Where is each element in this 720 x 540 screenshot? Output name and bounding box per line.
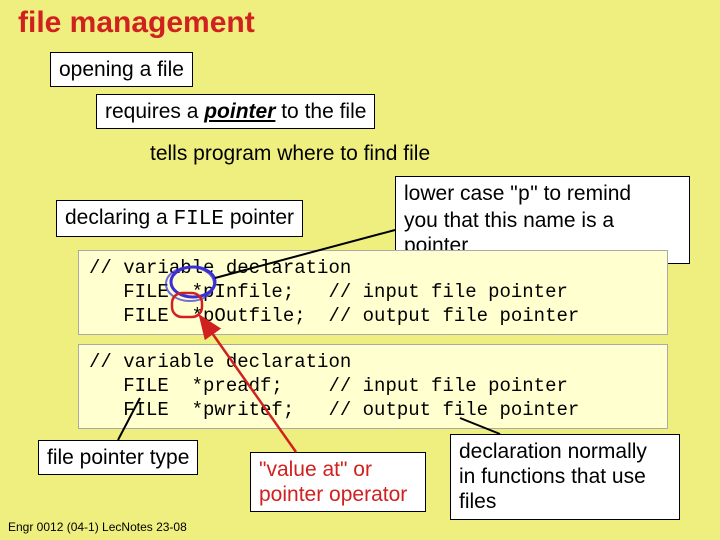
- footer-text: Engr 0012 (04-1) LecNotes 23-08: [8, 520, 187, 534]
- tip-line1-pre: lower case ": [404, 182, 518, 205]
- text-declaring-post: pointer: [224, 206, 294, 229]
- decl-l2: in functions that use: [459, 465, 646, 488]
- code2-l1: // variable declaration: [89, 351, 351, 373]
- tip-line2: you that this name is a: [404, 209, 614, 232]
- text-tells-program: tells program where to find file: [150, 142, 430, 166]
- valueat-l2: pointer operator: [259, 483, 407, 506]
- text-declaring-pre: declaring a: [65, 206, 174, 229]
- decl-l3: files: [459, 490, 496, 513]
- code-block-2: // variable declaration FILE *preadf; //…: [78, 344, 668, 429]
- text-requires-pre: requires a: [105, 100, 204, 123]
- code-block-1: // variable declaration FILE *pInfile; /…: [78, 250, 668, 335]
- code2-l2: FILE *preadf; // input file pointer: [89, 375, 568, 397]
- code1-l1: // variable declaration: [89, 257, 351, 279]
- text-requires-post: to the file: [275, 100, 366, 123]
- box-opening-file: opening a file: [50, 52, 193, 87]
- box-file-pointer-type: file pointer type: [38, 440, 198, 475]
- code1-l3: FILE *pOutfile; // output file pointer: [89, 305, 579, 327]
- box-declaration-normally: declaration normally in functions that u…: [450, 434, 680, 520]
- valueat-l1: "value at" or: [259, 458, 372, 481]
- tip-line1-post: " to remind: [530, 182, 631, 205]
- box-requires-pointer: requires a pointer to the file: [96, 94, 375, 129]
- tip-line1-p: p: [518, 184, 531, 207]
- code1-l2: FILE *pInfile; // input file pointer: [89, 281, 568, 303]
- text-requires-pointer: pointer: [204, 100, 275, 123]
- decl-l1: declaration normally: [459, 440, 647, 463]
- slide-title: file management: [18, 6, 255, 40]
- box-value-at: "value at" or pointer operator: [250, 452, 426, 512]
- code2-l3: FILE *pwritef; // output file pointer: [89, 399, 579, 421]
- text-declaring-file: FILE: [174, 208, 224, 231]
- box-declaring-file-pointer: declaring a FILE pointer: [56, 200, 303, 237]
